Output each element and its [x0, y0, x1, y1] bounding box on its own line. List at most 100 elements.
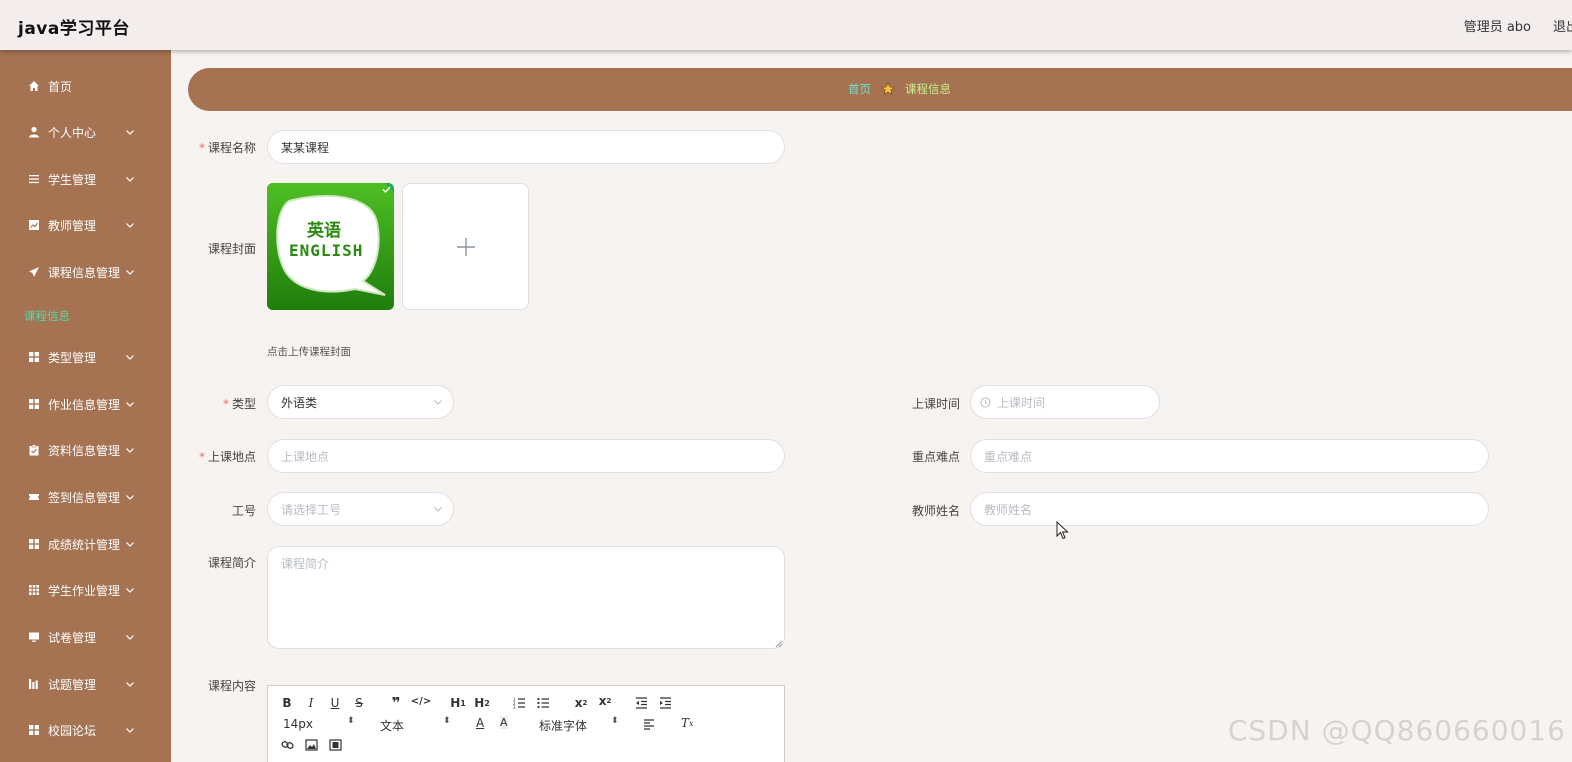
bold-button[interactable]: B — [281, 696, 293, 710]
sidebar-item-checkin-mgmt[interactable]: 签到信息管理 — [0, 477, 171, 517]
type-label: * 类型 — [222, 397, 256, 411]
chevron-down-icon — [126, 270, 134, 275]
job-no-label: 工号 — [231, 504, 256, 518]
font-size-select[interactable]: 14px — [283, 717, 313, 731]
sidebar-item-type-mgmt[interactable]: 类型管理 — [0, 337, 171, 377]
send-icon — [28, 266, 40, 278]
intro-label: 课程简介 — [207, 556, 256, 570]
chevron-down-icon — [126, 495, 134, 500]
chevron-down-icon — [126, 130, 134, 135]
block-type-select[interactable]: 文本 — [380, 717, 404, 734]
superscript-button[interactable]: x2 — [597, 694, 613, 708]
job-no-select[interactable]: 请选择工号 — [267, 492, 454, 526]
strike-button[interactable]: S — [353, 696, 365, 710]
sidebar-item-forum[interactable]: 校园论坛 — [0, 710, 171, 750]
video-icon[interactable] — [329, 739, 342, 751]
upload-cover-button[interactable] — [402, 183, 529, 310]
content-label: 课程内容 — [207, 679, 256, 693]
sort-icon: ⬍ — [611, 716, 619, 726]
font-family-select[interactable]: 标准字体 — [539, 717, 587, 734]
ticket-icon — [28, 491, 40, 503]
ordered-list-icon[interactable]: 123 — [513, 697, 526, 709]
svg-text:3: 3 — [513, 705, 516, 709]
breadcrumb: 首页 课程信息 — [848, 81, 951, 97]
italic-button[interactable]: I — [305, 696, 317, 710]
chevron-down-icon — [126, 635, 134, 640]
type-select-value: 外语类 — [281, 395, 318, 410]
mouse-cursor-icon — [1056, 521, 1069, 540]
sidebar-item-personal-center[interactable]: 个人中心 — [0, 112, 171, 152]
intro-textarea[interactable]: 课程简介 — [267, 546, 785, 649]
course-name-input[interactable]: 某某课程 — [267, 130, 785, 164]
sidebar-item-grade-stats[interactable]: 成绩统计管理 — [0, 524, 171, 564]
course-cover-label: 课程封面 — [207, 242, 256, 256]
outdent-icon[interactable] — [635, 697, 648, 709]
breadcrumb-home[interactable]: 首页 — [848, 81, 871, 97]
type-select[interactable]: 外语类 — [267, 385, 454, 419]
sidebar-item-students[interactable]: 学生管理 — [0, 159, 171, 199]
sidebar-item-materials-mgmt[interactable]: 资料信息管理 — [0, 430, 171, 470]
chart-icon — [28, 219, 40, 231]
sort-icon: ⬍ — [347, 716, 355, 726]
grid-icon — [28, 351, 40, 363]
sidebar-item-label: 学生管理 — [48, 172, 97, 187]
grid-icon — [28, 538, 40, 550]
sidebar: 首页 个人中心 学生管理 教师管理 课程信息管理 课程信息 类型管理 作业信息管… — [0, 50, 171, 762]
cover-text-bottom: ENGLISH — [289, 241, 364, 260]
link-icon[interactable] — [281, 739, 294, 751]
course-cover-image[interactable]: 英语 ENGLISH — [267, 183, 394, 310]
key-points-input[interactable]: 重点难点 — [970, 439, 1489, 473]
class-time-placeholder: 上课时间 — [997, 395, 1046, 410]
course-name-label: * 课程名称 — [198, 141, 256, 155]
heading2-button[interactable]: H2 — [473, 696, 491, 710]
blockquote-button[interactable]: ❞ — [389, 694, 403, 712]
background-color-button[interactable]: A — [500, 716, 508, 729]
sidebar-item-homework-mgmt[interactable]: 作业信息管理 — [0, 384, 171, 424]
sidebar-item-label: 类型管理 — [48, 350, 97, 365]
heading1-button[interactable]: H1 — [449, 696, 467, 710]
code-block-button[interactable]: </> — [411, 696, 431, 707]
current-user: 管理员 abo — [1463, 20, 1531, 35]
sidebar-item-course-info-mgmt[interactable]: 课程信息管理 — [0, 252, 171, 292]
chevron-down-icon — [126, 223, 134, 228]
subscript-button[interactable]: x2 — [573, 696, 589, 710]
chevron-down-icon — [126, 402, 134, 407]
sidebar-item-questions[interactable]: 试题管理 — [0, 664, 171, 704]
sidebar-item-label: 学生作业管理 — [48, 583, 121, 598]
teacher-name-input[interactable]: 教师姓名 — [970, 492, 1489, 526]
align-icon[interactable] — [643, 719, 655, 730]
plus-icon — [456, 237, 475, 256]
resize-handle-icon[interactable] — [775, 640, 783, 648]
sidebar-subitem-course-info[interactable]: 课程信息 — [24, 308, 70, 324]
grid-icon — [28, 398, 40, 410]
sidebar-item-label: 成绩统计管理 — [48, 537, 121, 552]
clock-icon — [980, 396, 991, 408]
rich-text-editor[interactable]: B I U S ❞ </> H1 H2 123 x2 x2 14px ⬍ 文本 … — [267, 685, 785, 762]
sidebar-item-teachers[interactable]: 教师管理 — [0, 205, 171, 245]
sidebar-item-label: 签到信息管理 — [48, 490, 121, 505]
sidebar-item-label: 教师管理 — [48, 218, 97, 233]
bullet-list-icon[interactable] — [537, 697, 550, 709]
class-time-picker[interactable]: 上课时间 — [970, 385, 1160, 419]
bars-icon — [28, 678, 40, 690]
sidebar-item-exam-papers[interactable]: 试卷管理 — [0, 617, 171, 657]
sidebar-item-home[interactable]: 首页 — [0, 66, 171, 106]
chevron-down-icon — [126, 542, 134, 547]
user-icon — [28, 126, 40, 138]
breadcrumb-bar: 首页 课程信息 — [188, 68, 1572, 111]
logout-link[interactable]: 退出 — [1553, 16, 1572, 35]
indent-icon[interactable] — [659, 697, 672, 709]
job-no-placeholder: 请选择工号 — [281, 502, 342, 517]
font-color-button[interactable]: A — [476, 716, 484, 730]
clear-format-button[interactable]: Tx — [681, 716, 694, 730]
monitor-icon — [28, 631, 40, 643]
sidebar-item-label: 试题管理 — [48, 677, 97, 692]
chevron-down-icon — [126, 682, 134, 687]
sidebar-item-label: 校园论坛 — [48, 723, 97, 738]
underline-button[interactable]: U — [329, 696, 341, 710]
sidebar-item-student-homework[interactable]: 学生作业管理 — [0, 570, 171, 610]
location-input[interactable]: 上课地点 — [267, 439, 785, 473]
chevron-down-icon — [126, 728, 134, 733]
sort-icon: ⬍ — [443, 716, 451, 726]
image-icon[interactable] — [305, 739, 318, 751]
